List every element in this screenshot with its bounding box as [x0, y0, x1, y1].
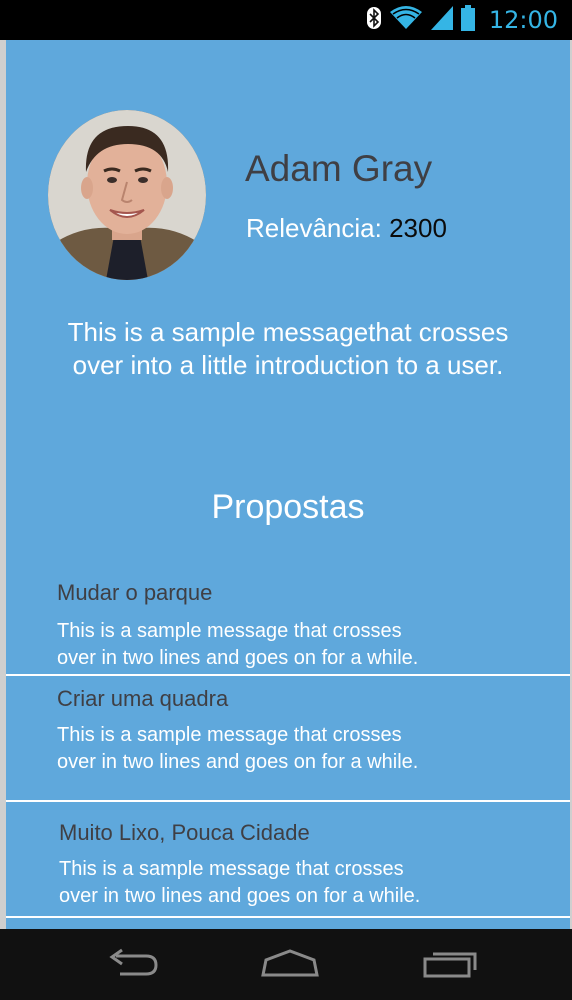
- proposal-item[interactable]: Muito Lixo, Pouca Cidade This is a sampl…: [6, 802, 570, 916]
- recents-icon: [422, 948, 480, 982]
- proposals-title: Propostas: [211, 488, 365, 526]
- intro-line: This is a sample messagethat crosses: [67, 317, 509, 347]
- relevance-value: 2300: [389, 213, 447, 243]
- profile-screen: Adam Gray Relevância: 2300 This is a sam…: [6, 40, 570, 929]
- back-icon: [104, 948, 160, 982]
- bluetooth-icon: [366, 7, 381, 33]
- wifi-icon: [389, 6, 423, 34]
- home-icon: [260, 948, 320, 982]
- recents-button[interactable]: [416, 947, 486, 983]
- avatar[interactable]: [48, 110, 206, 280]
- proposal-body: This is a sample message that crosses ov…: [59, 856, 489, 910]
- profile-name: Adam Gray: [245, 148, 433, 189]
- proposal-body-line: over in two lines and goes on for a whil…: [57, 647, 419, 669]
- back-button[interactable]: [97, 947, 167, 983]
- proposal-title: Muito Lixo, Pouca Cidade: [59, 820, 310, 845]
- proposal-body: This is a sample message that crosses ov…: [57, 618, 487, 672]
- proposal-title: Criar uma quadra: [57, 686, 229, 711]
- signal-icon: [430, 6, 453, 34]
- home-button[interactable]: [255, 947, 325, 983]
- proposal-body-line: over in two lines and goes on for a whil…: [57, 751, 419, 773]
- status-time: 12:00: [488, 6, 558, 34]
- relevance-label: Relevância:: [246, 213, 382, 243]
- divider: [6, 916, 570, 918]
- relevance: Relevância: 2300: [246, 213, 447, 244]
- profile-intro: This is a sample messagethat crosses ove…: [30, 316, 546, 382]
- proposal-body: This is a sample message that crosses ov…: [57, 722, 487, 776]
- proposal-body-line: This is a sample message that crosses: [57, 724, 402, 746]
- proposal-title: Mudar o parque: [57, 580, 213, 605]
- status-icons: 12:00: [366, 0, 558, 40]
- proposal-item[interactable]: Mudar o parque This is a sample message …: [6, 570, 570, 676]
- intro-line: over into a little introduction to a use…: [72, 350, 504, 380]
- navigation-bar: [0, 929, 572, 1000]
- status-bar: 12:00: [0, 0, 572, 40]
- proposal-body-line: over in two lines and goes on for a whil…: [59, 885, 421, 907]
- proposal-body-line: This is a sample message that crosses: [57, 620, 402, 642]
- proposal-body-line: This is a sample message that crosses: [59, 858, 404, 880]
- battery-icon: [460, 5, 475, 35]
- phone-frame: 12:00 Adam Gray Relevância: 2300 This is…: [0, 0, 572, 1000]
- proposal-item[interactable]: Criar uma quadra This is a sample messag…: [6, 676, 570, 800]
